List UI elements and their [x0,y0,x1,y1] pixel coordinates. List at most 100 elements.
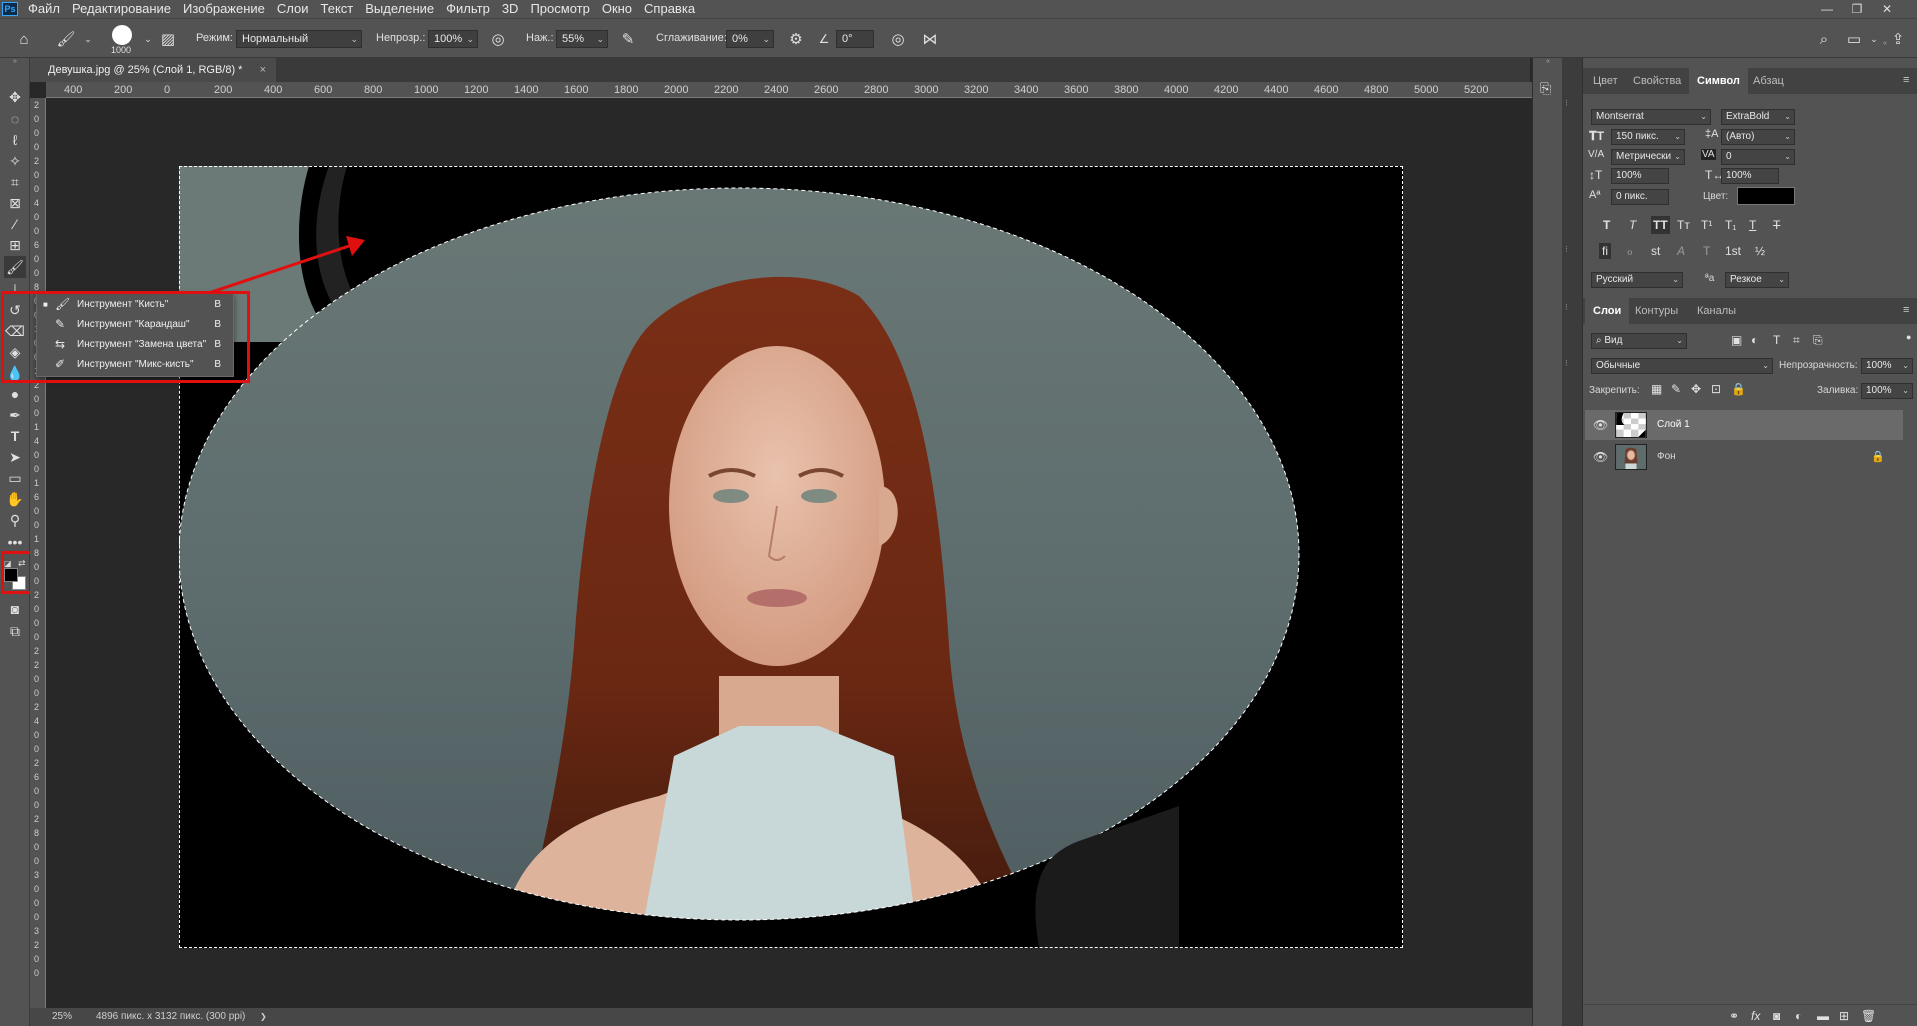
swash-icon[interactable]: A [1677,244,1685,258]
home-icon[interactable]: ⌂ [14,29,34,49]
chevron-down-icon[interactable]: ⌄ [1864,29,1884,49]
dodge-tool-icon[interactable]: ● [4,383,26,405]
symmetry-icon[interactable]: ⋈ [920,29,940,49]
tab-layers[interactable]: Слои [1585,298,1630,324]
foreground-color-swatch[interactable] [4,568,18,582]
swap-colors-icon[interactable]: ⇄ [18,558,26,569]
lock-pixels-icon[interactable]: ✎ [1671,382,1681,396]
collapse-icon[interactable]: « [1533,58,1563,68]
layer-name[interactable]: Фон [1657,451,1676,462]
photoshop-logo-icon[interactable]: Ps [2,2,18,16]
layer-opacity-field[interactable]: 100% ⌄ [1861,358,1913,374]
collapse-icon[interactable]: « [1883,40,1913,48]
font-style-select[interactable]: ExtraBold ⌄ [1721,109,1795,125]
pressure-size-icon[interactable]: ◎ [888,29,908,49]
layer-name[interactable]: Слой 1 [1657,419,1690,430]
menu-text[interactable]: Текст [315,0,360,18]
tab-properties[interactable]: Свойства [1625,68,1689,94]
blend-mode-select[interactable]: Обычные ⌄ [1591,358,1773,374]
panel-grip-icon[interactable]: ⁝ [1565,244,1568,255]
kerning-field[interactable]: Метрически ⌄ [1611,149,1685,165]
fx-icon[interactable]: fx [1751,1009,1760,1023]
frame-tool-icon[interactable]: ⊠ [4,192,26,214]
pressure-opacity-icon[interactable]: ◎ [488,29,508,49]
crop-tool-icon[interactable]: ⌗ [4,171,26,193]
lasso-tool-icon[interactable]: ℓ [4,129,26,151]
move-tool-icon[interactable]: ✥ [4,86,26,108]
zoom-tool-icon[interactable]: ⚲ [4,509,26,531]
text-color-swatch[interactable] [1737,187,1795,205]
filter-type-icon[interactable]: T [1773,333,1780,347]
visibility-eye-icon[interactable]: 👁 [1593,418,1608,432]
quick-selection-tool-icon[interactable]: ✧ [4,150,26,172]
contextual-alternates-icon[interactable]: ℴ [1627,244,1633,258]
type-tool-icon[interactable]: T [4,425,26,447]
fractions-icon[interactable]: ½ [1755,244,1765,258]
lock-artboard-icon[interactable]: ⊡ [1711,382,1721,396]
workspace-icon[interactable]: ▭ [1844,29,1864,49]
eyedropper-tool-icon[interactable]: ⁄ [4,213,26,235]
underline-icon[interactable]: T [1749,218,1756,232]
menu-filter[interactable]: Фильтр [440,0,496,18]
visibility-eye-icon[interactable]: 👁 [1593,450,1608,464]
subscript-icon[interactable]: T₁ [1725,218,1736,232]
filter-toggle-icon[interactable]: ● [1906,332,1911,342]
flow-field[interactable]: 55% ⌄ [556,30,608,48]
ligatures-icon[interactable]: fi [1599,243,1611,259]
menu-layers[interactable]: Слои [271,0,315,18]
tab-channels[interactable]: Каналы [1689,298,1744,324]
eraser-tool-icon[interactable]: ⌫ [4,320,26,342]
menu-select[interactable]: Выделение [359,0,440,18]
flyout-item-pencil[interactable]: ✎ Инструмент "Карандаш" B [37,315,233,334]
leading-field[interactable]: (Авто) ⌄ [1721,129,1795,145]
trash-icon[interactable]: 🗑 [1861,1009,1876,1023]
menu-help[interactable]: Справка [638,0,701,18]
panel-menu-icon[interactable]: ≡ [1903,74,1909,86]
new-layer-icon[interactable]: ⊞ [1839,1009,1849,1023]
superscript-icon[interactable]: T¹ [1701,218,1712,232]
brush-tip-preview[interactable] [112,25,132,45]
angle-field[interactable]: 0° [836,30,874,48]
faux-italic-icon[interactable]: T [1629,218,1636,232]
document-info[interactable]: 4896 пикс. x 3132 пикс. (300 ppi) [96,1008,245,1026]
brush-tool-icon[interactable]: 🖌 [4,256,26,278]
language-select[interactable]: Русский ⌄ [1591,272,1683,288]
font-size-field[interactable]: 150 пикс. ⌄ [1611,129,1685,145]
filter-pixel-icon[interactable]: ▣ [1731,333,1742,347]
ordinals-icon[interactable]: 1st [1725,244,1741,258]
gear-icon[interactable]: ⚙ [786,29,806,49]
brush-preset-icon[interactable]: 🖌 [56,29,76,49]
chevron-right-icon[interactable]: ❯ [260,1008,267,1026]
layer-filter-select[interactable]: ⌕ Вид ⌄ [1591,333,1687,349]
faux-bold-icon[interactable]: T [1603,218,1610,232]
discretionary-ligatures-icon[interactable]: st [1651,244,1660,258]
mask-icon[interactable]: ◙ [1773,1009,1780,1023]
default-colors-icon[interactable]: ◪ [4,559,12,568]
menu-view[interactable]: Просмотр [524,0,595,18]
marquee-tool-icon[interactable]: ◌ [4,108,26,130]
group-icon[interactable]: ▬ [1817,1009,1829,1023]
clone-stamp-tool-icon[interactable]: ⊥ [4,278,26,300]
filter-smart-object-icon[interactable]: ⎘ [1813,333,1823,348]
vertical-scale-field[interactable]: 100% [1611,168,1669,184]
lock-icon[interactable]: 🔒 [1871,450,1885,463]
document-tab[interactable]: Девушка.jpg @ 25% (Слой 1, RGB/8) * × [30,58,276,82]
zoom-level[interactable]: 25% [52,1008,72,1026]
minimize-button[interactable]: — [1812,0,1842,18]
tracking-field[interactable]: 0 ⌄ [1721,149,1795,165]
filter-adjustment-icon[interactable]: ◐ [1751,333,1758,347]
panel-menu-icon[interactable]: ≡ [1903,304,1909,316]
tab-color[interactable]: Цвет [1585,68,1626,94]
baseline-shift-field[interactable]: 0 пикс. [1611,189,1669,205]
tab-character[interactable]: Символ [1689,68,1748,94]
close-tab-icon[interactable]: × [260,58,266,82]
horizontal-scale-field[interactable]: 100% [1721,168,1779,184]
filter-shape-icon[interactable]: ⌗ [1793,333,1800,348]
fill-field[interactable]: 100% ⌄ [1861,383,1913,399]
link-icon[interactable]: ⚭ [1729,1009,1739,1023]
strikethrough-icon[interactable]: T [1773,218,1780,232]
menu-edit[interactable]: Редактирование [66,0,177,18]
rectangle-tool-icon[interactable]: ▭ [4,467,26,489]
healing-brush-tool-icon[interactable]: ⊞ [4,234,26,256]
opacity-field[interactable]: 100% ⌄ [428,30,478,48]
